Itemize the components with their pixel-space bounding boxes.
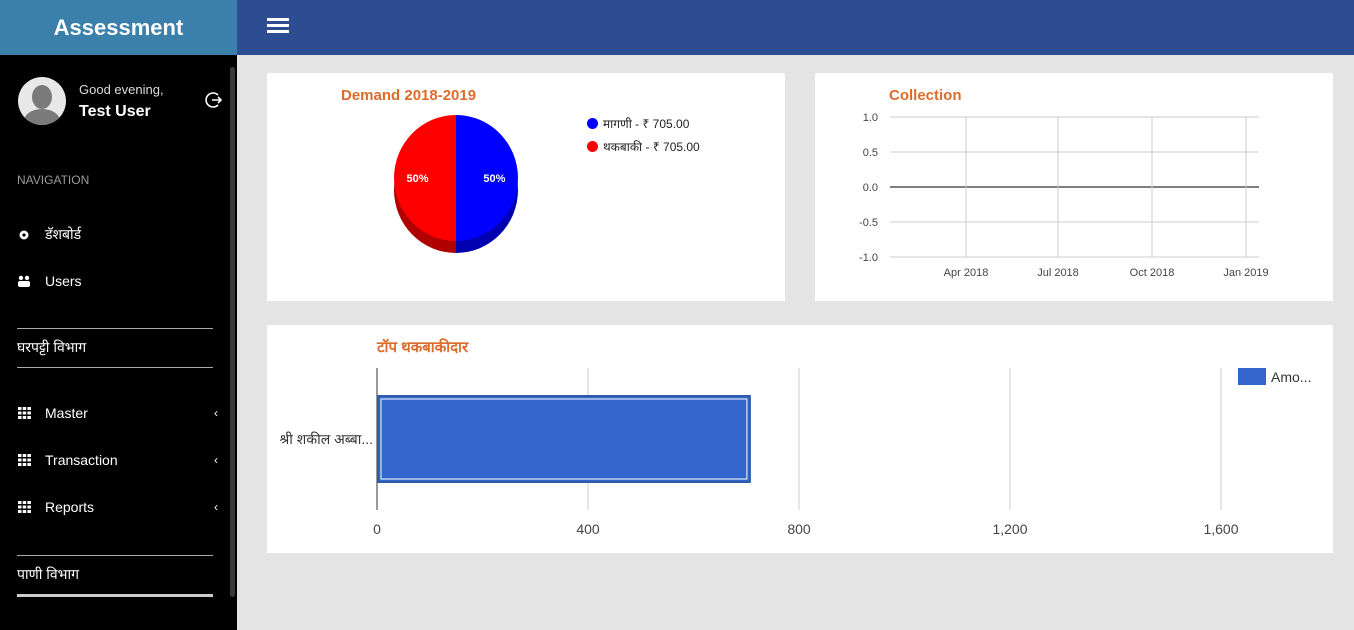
bar-chart: 0 400 800 1,200 1,600 श्री शकील अब्बा... Amo..…	[279, 368, 1311, 537]
pie-slice-label: 50%	[407, 173, 429, 185]
legend-dot	[587, 118, 598, 129]
x-tick-label: 1,600	[1203, 521, 1238, 537]
category-label: श्री शकील अब्बा...	[279, 431, 373, 447]
avatar	[18, 77, 66, 125]
sidebar-item-users[interactable]: Users	[17, 273, 222, 289]
x-tick-label: 0	[373, 521, 381, 537]
sidebar-item-label: Users	[45, 273, 82, 289]
top-defaulters-card: टॉप थकबाकीदार 0 400 800 1,200 1,600 श्री शकील…	[267, 325, 1333, 553]
menu-toggle-icon[interactable]	[267, 18, 289, 34]
greeting: Good evening,	[79, 81, 164, 97]
y-tick-label: 0.0	[863, 182, 878, 194]
sidebar-item-label: Master	[45, 405, 88, 421]
x-tick-label: Jan 2019	[1223, 267, 1268, 279]
x-tick-label: Apr 2018	[944, 267, 989, 279]
chevron-left-icon: ‹	[214, 500, 218, 514]
section-pani: पाणी विभाग	[17, 555, 213, 597]
y-tick-label: 0.5	[863, 147, 878, 159]
user-name: Test User	[79, 102, 151, 120]
x-tick-label: Oct 2018	[1130, 267, 1175, 279]
x-tick-label: 400	[576, 521, 600, 537]
x-tick-label: 1,200	[992, 521, 1027, 537]
legend-swatch	[1238, 368, 1266, 385]
y-tick-label: -1.0	[859, 252, 878, 264]
legend-dot	[587, 141, 598, 152]
grid-icon	[17, 453, 31, 467]
user-panel: Good evening, Test User	[18, 77, 223, 125]
y-tick-label: -0.5	[859, 217, 878, 229]
sidebar-scrollbar[interactable]	[230, 67, 235, 597]
pie-slice-label: 50%	[483, 173, 505, 185]
sidebar-item-transaction[interactable]: Transaction ‹	[17, 452, 222, 468]
pie-legend: मागणी - ₹ 705.00 थकबाकी - ₹ 705.00	[587, 115, 700, 161]
users-icon	[17, 274, 31, 288]
bar	[377, 395, 751, 483]
x-tick-label: Jul 2018	[1037, 267, 1079, 279]
chevron-left-icon: ‹	[214, 453, 218, 467]
nav-heading: NAVIGATION	[17, 173, 90, 187]
gear-icon	[17, 228, 31, 242]
y-tick-label: 1.0	[863, 112, 878, 124]
legend-item[interactable]: थकबाकी - ₹ 705.00	[587, 138, 700, 155]
sidebar-item-label: डॅशबोर्ड	[45, 226, 82, 242]
sidebar-item-label: Transaction	[45, 452, 118, 468]
demand-card: Demand 2018-2019 50% 50% मागणी - ₹ 705.00…	[267, 73, 785, 301]
grid-icon	[17, 500, 31, 514]
legend-item[interactable]: मागणी - ₹ 705.00	[587, 115, 700, 132]
logout-icon[interactable]	[205, 91, 223, 109]
section-gharpatti: घरपट्टी विभाग	[17, 328, 213, 368]
line-chart: 1.0 0.5 0.0 -0.5 -1.0 Apr 2018 Jul 2018 Oct 201…	[859, 112, 1269, 279]
sidebar: Good evening, Test User NAVIGATION डॅशबो…	[0, 55, 237, 630]
legend-label: मागणी - ₹ 705.00	[603, 117, 690, 131]
legend-label: थकबाकी - ₹ 705.00	[603, 140, 700, 154]
sidebar-item-dashboard[interactable]: डॅशबोर्ड	[17, 225, 222, 244]
sidebar-item-master[interactable]: Master ‹	[17, 405, 222, 421]
app-title: Assessment	[0, 0, 237, 55]
sidebar-item-reports[interactable]: Reports ‹	[17, 499, 222, 515]
top-bar	[237, 0, 1354, 55]
legend-label: Amo...	[1271, 369, 1311, 385]
grid-icon	[17, 406, 31, 420]
pie-chart: 50% 50%	[394, 115, 518, 253]
chevron-left-icon: ‹	[214, 406, 218, 420]
x-tick-label: 800	[787, 521, 811, 537]
sidebar-item-label: Reports	[45, 499, 95, 515]
collection-card: Collection 1.0 0.5 0.0 -0.5 -1.0 Apr 2018 Jul …	[815, 73, 1333, 301]
